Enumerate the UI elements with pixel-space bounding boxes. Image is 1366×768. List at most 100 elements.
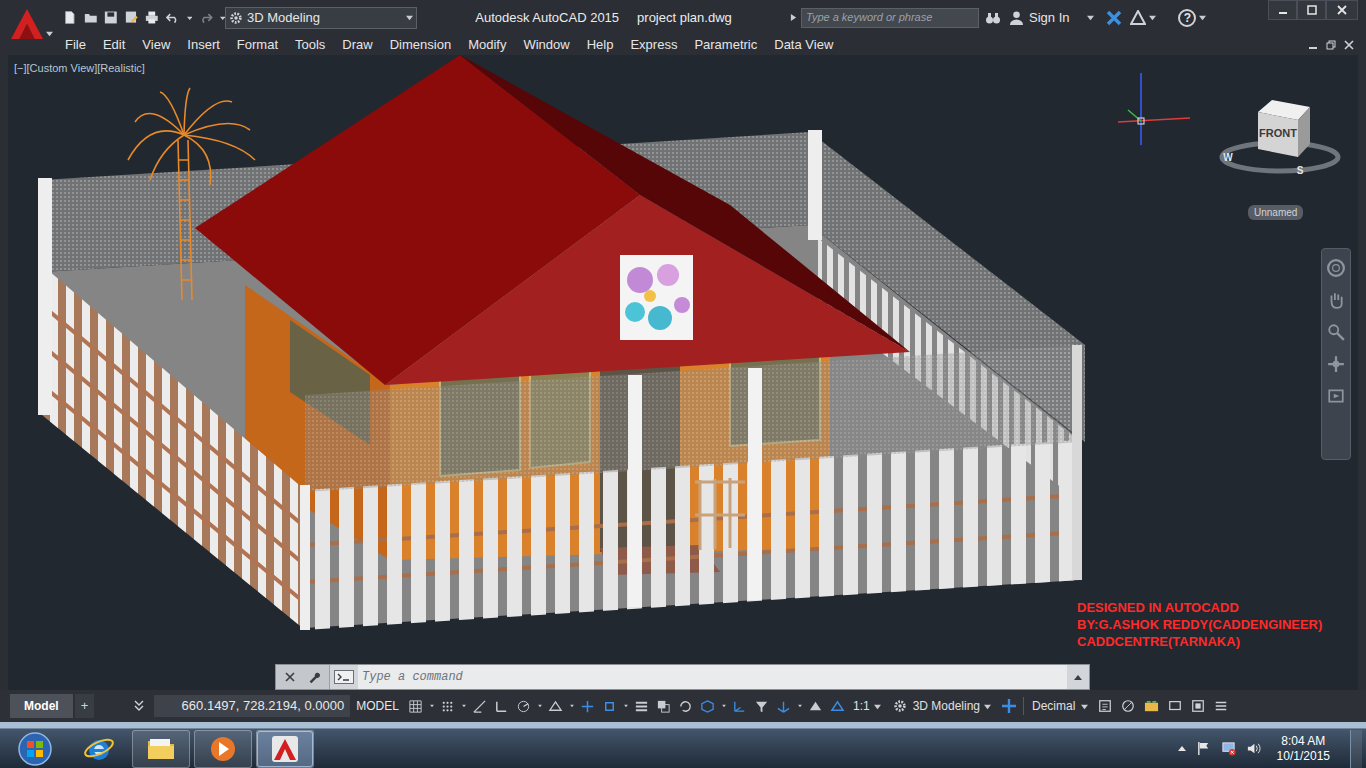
taskbar-app-button[interactable] (194, 730, 252, 768)
osnap-icon[interactable] (599, 698, 621, 714)
redo-icon[interactable] (199, 10, 213, 25)
internet-explorer-icon[interactable] (83, 733, 115, 765)
print-icon[interactable] (145, 10, 159, 25)
show-desktop-button[interactable] (1350, 730, 1362, 768)
maximize-button[interactable] (1297, 0, 1326, 20)
windows-start-icon[interactable] (17, 731, 53, 767)
dropdown-arrow-icon[interactable] (1149, 14, 1156, 21)
taskbar-app-button[interactable] (132, 730, 190, 768)
quick-properties-icon[interactable] (1098, 699, 1112, 713)
dropdown-arrow-icon[interactable] (795, 698, 805, 714)
search-field[interactable] (801, 8, 979, 28)
media-player-icon[interactable] (207, 733, 239, 765)
command-input[interactable] (358, 665, 1067, 689)
dropdown-arrow-icon[interactable] (427, 698, 437, 714)
chevron-down-icon[interactable] (134, 700, 144, 712)
dropdown-arrow-icon[interactable] (535, 698, 545, 714)
command-prompt-icon[interactable] (334, 670, 354, 684)
action-center-flag-icon[interactable] (1196, 741, 1211, 756)
history-up-icon[interactable] (1074, 674, 1082, 681)
gizmo-icon[interactable] (773, 698, 795, 714)
menu-item[interactable]: Help (587, 35, 614, 55)
coordinates-display[interactable]: 660.1497, 728.2194, 0.0000 (154, 695, 350, 717)
dropdown-arrow-icon[interactable] (46, 30, 53, 37)
menu-item[interactable]: Express (630, 35, 677, 55)
dropdown-arrow-icon[interactable] (874, 703, 881, 710)
clock[interactable]: 8:04 AM 10/1/2015 (1277, 734, 1330, 764)
application-button[interactable] (0, 0, 55, 55)
annotation-scale[interactable]: 1:1 (853, 697, 870, 715)
close-button[interactable] (1326, 0, 1358, 20)
menu-item[interactable]: Window (523, 35, 569, 55)
compass-letter[interactable]: W (1223, 152, 1233, 163)
menu-item[interactable]: Parametric (694, 35, 757, 55)
steering-wheel-icon[interactable] (1327, 259, 1345, 277)
media-player-icon[interactable] (207, 733, 239, 765)
dropdown-arrow-icon[interactable] (459, 698, 469, 714)
file-explorer-icon[interactable] (145, 733, 177, 765)
gear-icon[interactable] (893, 699, 907, 713)
dynamic-ucs-icon[interactable] (729, 698, 751, 714)
workspace-switch[interactable]: 3D Modeling (913, 697, 980, 715)
binoculars-icon[interactable] (985, 10, 1001, 26)
menu-item[interactable]: Format (237, 35, 278, 55)
workspace-dropdown[interactable]: 3D Modeling (225, 7, 417, 29)
viewcube-face[interactable]: FRONT (1259, 127, 1297, 139)
new-file-icon[interactable] (63, 10, 77, 25)
undo-icon[interactable] (166, 10, 180, 25)
named-view-button[interactable]: Unnamed (1248, 205, 1303, 220)
autocad-icon[interactable] (269, 733, 301, 765)
dropdown-arrow-icon[interactable] (1081, 703, 1088, 710)
taskbar-app-button[interactable] (256, 730, 314, 768)
pan-hand-icon[interactable] (1327, 291, 1345, 309)
user-icon[interactable] (1009, 10, 1024, 25)
zoom-icon[interactable] (1327, 323, 1345, 341)
layout-tab[interactable]: Model (10, 694, 73, 718)
sign-in-button[interactable]: Sign In (1029, 8, 1069, 28)
minimize-icon[interactable] (1308, 40, 1318, 50)
selection-filter-icon[interactable] (751, 698, 773, 714)
menu-icon[interactable] (1214, 699, 1228, 713)
drawing-viewport[interactable]: FRONT W S [−][Custom View][Realistic] Un… (0, 55, 1366, 690)
menu-item[interactable]: Modify (468, 35, 506, 55)
layout-tab[interactable]: + (75, 694, 95, 718)
expand-search-icon[interactable] (790, 13, 797, 22)
3dosnap-icon[interactable] (697, 698, 719, 714)
customize-plus-icon[interactable] (1001, 698, 1017, 714)
units-display[interactable]: Decimal (1023, 697, 1075, 715)
menu-item[interactable]: Insert (187, 35, 220, 55)
file-explorer-icon[interactable] (145, 733, 177, 765)
isolate-objects-icon[interactable] (1121, 699, 1135, 713)
minimize-button[interactable] (1268, 0, 1297, 20)
menu-item[interactable]: Tools (295, 35, 325, 55)
otrack-icon[interactable] (577, 698, 599, 714)
dropdown-arrow-icon[interactable] (719, 698, 729, 714)
close-icon[interactable] (1344, 40, 1354, 50)
taskbar-app-button[interactable] (70, 730, 128, 768)
a360-icon[interactable] (1130, 10, 1146, 26)
show-hidden-icons-icon[interactable] (1178, 745, 1186, 752)
viewcube[interactable]: FRONT W S (1222, 100, 1338, 176)
menu-item[interactable]: Dimension (390, 35, 451, 55)
save-icon[interactable] (104, 10, 118, 25)
open-folder-icon[interactable] (84, 10, 98, 25)
infer-icon[interactable] (469, 698, 491, 714)
ortho-icon[interactable] (491, 698, 513, 714)
annotation-visibility-icon[interactable] (805, 698, 827, 714)
space-toggle[interactable]: MODEL (356, 697, 399, 715)
orbit-icon[interactable] (1327, 355, 1345, 373)
transparency-icon[interactable] (653, 698, 675, 714)
autocad-logo-icon[interactable] (10, 8, 44, 40)
isodraft-icon[interactable] (545, 698, 567, 714)
exchange-apps-icon[interactable] (1106, 10, 1122, 26)
volume-icon[interactable] (1246, 741, 1261, 756)
viewport-controls[interactable]: [−][Custom View][Realistic] (14, 60, 145, 77)
close-icon[interactable] (285, 672, 295, 682)
auto-scale-icon[interactable] (827, 698, 849, 714)
dropdown-arrow-icon[interactable] (567, 698, 577, 714)
dropdown-arrow-icon[interactable] (1199, 14, 1206, 21)
menu-item[interactable]: File (65, 35, 86, 55)
dropdown-arrow-icon[interactable] (187, 15, 192, 21)
dropdown-arrow-icon[interactable] (984, 703, 991, 710)
dropdown-arrow-icon[interactable] (621, 698, 631, 714)
